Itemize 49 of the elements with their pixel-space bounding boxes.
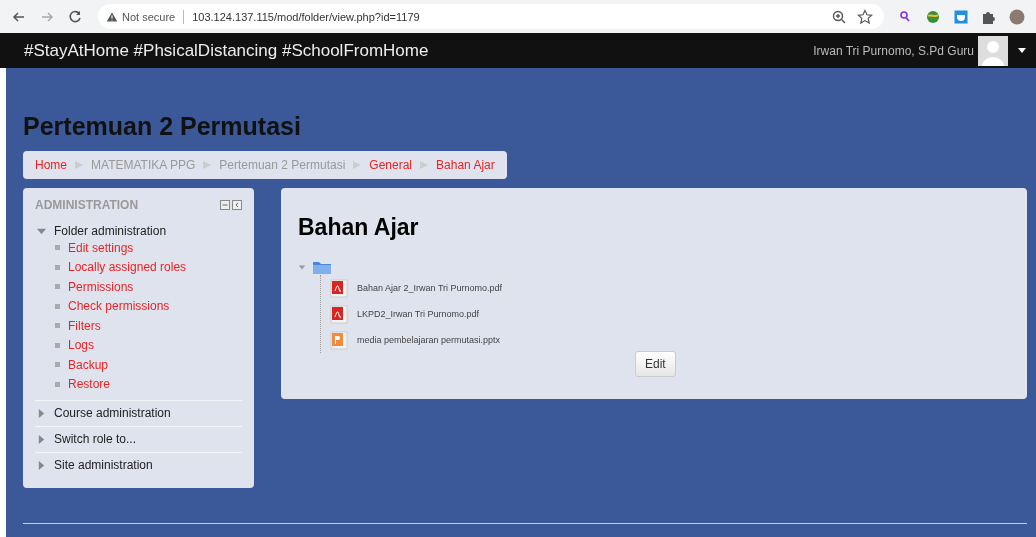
pdf-file-icon [329, 304, 349, 324]
edit-button[interactable]: Edit [635, 351, 676, 377]
security-label: Not secure [122, 10, 176, 23]
bullet-icon [55, 323, 60, 329]
collapsed-arrow-icon[interactable] [37, 434, 46, 444]
address-bar[interactable]: Not secure 103.124.137.115/mod/folder/view.php?id=1179 [98, 4, 884, 29]
separator-icon [75, 161, 83, 169]
pdf-file-icon [329, 278, 349, 298]
reload-icon[interactable] [67, 8, 83, 25]
bullet-icon [55, 362, 60, 368]
bullet-icon [55, 245, 60, 251]
tree-node-label[interactable]: Folder administration [54, 224, 167, 238]
presentation-file-icon [329, 330, 349, 350]
breadcrumb-item: Pertemuan 2 Permutasi [219, 158, 346, 172]
globe-icon[interactable] [925, 8, 941, 25]
expanded-arrow-icon[interactable] [37, 226, 46, 236]
separator-icon [420, 161, 429, 169]
separator-icon [203, 161, 212, 169]
tree-node-label[interactable]: Course administration [54, 406, 171, 420]
bullet-icon [55, 284, 60, 290]
file-link[interactable]: media pembelajaran permutasi.pptx [357, 335, 501, 345]
bullet-icon [55, 342, 60, 348]
tree-node-label[interactable]: Switch role to... [54, 432, 137, 446]
file-link[interactable]: Bahan Ajar 2_Irwan Tri Purnomo.pdf [357, 283, 503, 293]
url-text: 103.124.137.115/mod/folder/view.php?id=1179 [192, 10, 420, 23]
file-link[interactable]: LKPD2_Irwan Tri Purnomo.pdf [357, 309, 480, 319]
tree-node-label[interactable]: Site administration [54, 458, 153, 472]
separator-icon [353, 161, 362, 169]
caret-icon[interactable] [1018, 48, 1026, 53]
breadcrumb-item: MATEMATIKA PPG [91, 158, 196, 172]
bullet-icon [55, 381, 60, 387]
star-icon[interactable] [857, 8, 873, 25]
page-title: Pertemuan 2 Permutasi [23, 112, 302, 141]
extension-icon[interactable] [953, 8, 969, 25]
user-name[interactable]: Irwan Tri Purnomo, S.Pd Guru [813, 43, 974, 58]
profile-avatar-icon[interactable] [1009, 8, 1025, 25]
collapsed-arrow-icon[interactable] [37, 460, 46, 470]
avatar-icon[interactable] [978, 35, 1008, 66]
bullet-icon [55, 264, 60, 270]
folder-heading: Bahan Ajar [298, 214, 420, 241]
zoom-icon[interactable] [831, 8, 847, 25]
bullet-icon [55, 303, 60, 309]
folder-icon [312, 259, 332, 275]
block-controls-icon[interactable] [220, 200, 242, 210]
warning-icon [106, 10, 118, 23]
site-brand[interactable]: #StayAtHome #PhsicalDistancing #SchoolFromHome [24, 40, 429, 61]
block-title: ADMINISTRATION [35, 198, 139, 212]
expanded-arrow-icon[interactable] [298, 263, 306, 271]
collapsed-arrow-icon[interactable] [37, 408, 46, 418]
